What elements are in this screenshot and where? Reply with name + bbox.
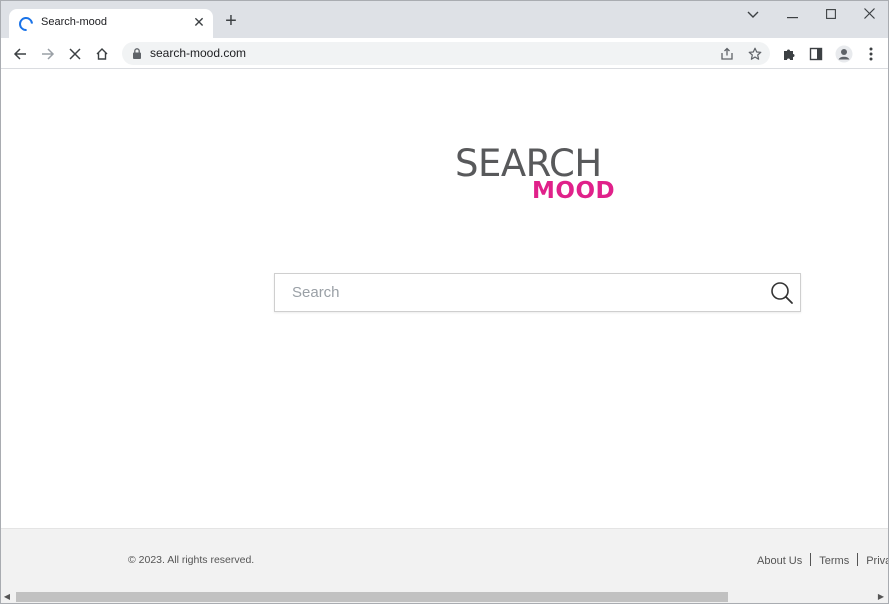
footer-link-terms[interactable]: Terms [819, 555, 849, 567]
browser-menu-button[interactable] [860, 43, 882, 65]
profile-button[interactable] [833, 43, 855, 65]
page-footer: © 2023. All rights reserved. About Us Ter… [1, 528, 888, 590]
page-content: SEARCH MOOD [1, 70, 888, 528]
footer-links: About Us Terms Privac [757, 553, 888, 567]
puzzle-icon [784, 49, 795, 60]
footer-separator [810, 553, 812, 566]
close-icon [69, 48, 81, 60]
tab-search-mood[interactable]: Search-mood ✕ [9, 9, 213, 38]
maximize-button[interactable] [816, 5, 846, 25]
search-input[interactable] [276, 275, 756, 310]
tab-close-icon[interactable]: ✕ [190, 13, 208, 31]
profile-icon [835, 45, 853, 63]
search-box [274, 273, 801, 312]
minimize-icon [786, 17, 798, 19]
loading-spinner-icon [16, 14, 36, 34]
horizontal-scrollbar[interactable]: ◀ ▶ [1, 590, 888, 603]
home-button[interactable] [91, 43, 113, 65]
share-icon[interactable] [718, 45, 736, 63]
arrow-left-icon [13, 48, 26, 60]
footer-link-about[interactable]: About Us [757, 555, 802, 567]
scroll-left-icon[interactable]: ◀ [2, 592, 12, 602]
arrow-right-icon [42, 48, 55, 60]
chevron-down-icon [747, 11, 759, 18]
footer-link-privacy[interactable]: Privac [866, 555, 888, 567]
maximize-icon [826, 9, 836, 19]
address-bar[interactable]: search-mood.com [122, 42, 770, 65]
window-close-button[interactable] [854, 5, 884, 25]
close-icon [863, 8, 875, 19]
side-panel-icon [809, 47, 823, 61]
scroll-right-icon[interactable]: ▶ [876, 592, 886, 602]
star-icon[interactable] [746, 45, 764, 63]
copyright-text: © 2023. All rights reserved. [128, 554, 255, 566]
extensions-button[interactable] [778, 43, 800, 65]
logo-search-text: SEARCH [455, 142, 602, 185]
browser-toolbar: search-mood.com [1, 38, 888, 69]
search-button[interactable] [769, 280, 795, 306]
tab-title: Search-mood [41, 16, 108, 28]
search-icon [771, 282, 793, 304]
url-text: search-mood.com [150, 46, 247, 60]
forward-button[interactable] [37, 43, 59, 65]
side-panel-button[interactable] [805, 43, 827, 65]
tab-search-button[interactable] [738, 5, 768, 25]
tab-strip: Search-mood ✕ + [1, 1, 888, 38]
new-tab-button[interactable]: + [221, 11, 241, 31]
minimize-button[interactable] [777, 5, 807, 25]
browser-window: Search-mood ✕ + search-mood.com SEARCH M… [0, 0, 889, 604]
logo-mood-text: MOOD [532, 178, 616, 204]
home-icon [96, 48, 108, 60]
stop-loading-button[interactable] [64, 43, 86, 65]
footer-separator [857, 553, 859, 566]
back-button[interactable] [9, 43, 31, 65]
scrollbar-thumb[interactable] [16, 592, 728, 602]
kebab-menu-icon [869, 47, 873, 61]
lock-icon [133, 48, 141, 59]
